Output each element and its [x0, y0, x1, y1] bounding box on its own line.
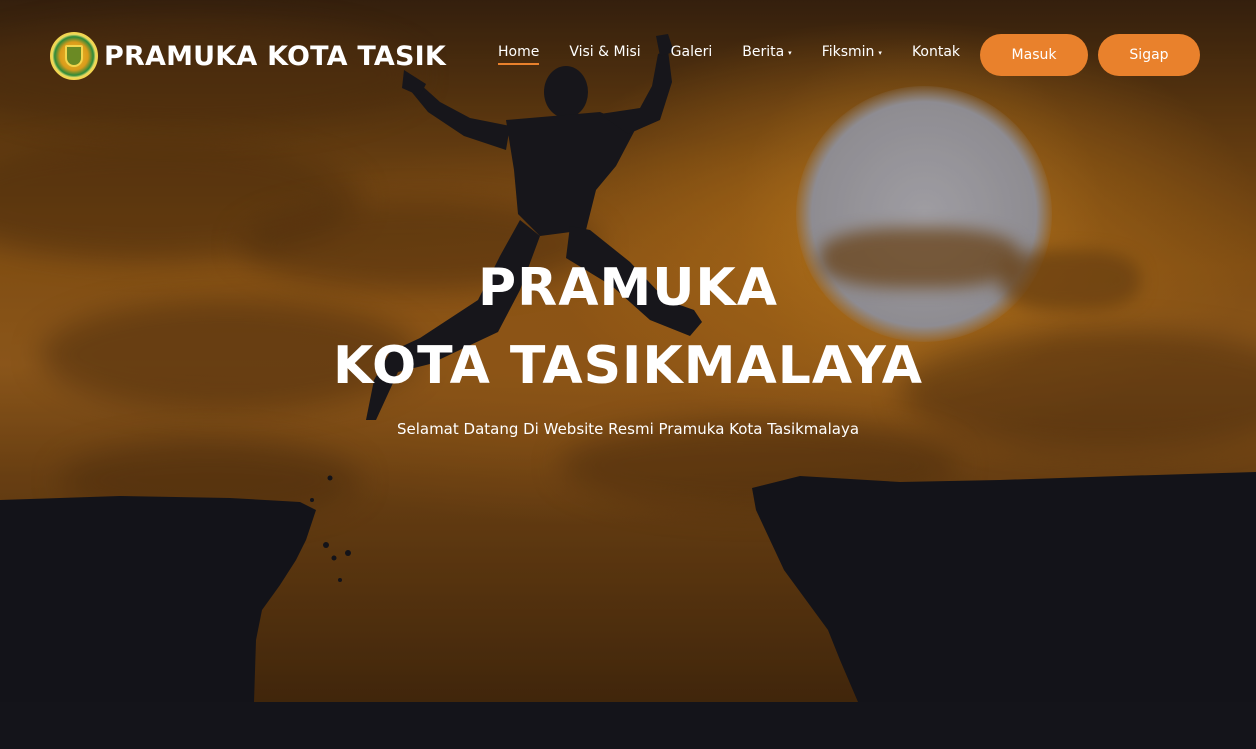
- nav-item-home[interactable]: Home: [498, 44, 540, 65]
- nav-item-fiksmin[interactable]: Fiksmin ▾: [822, 44, 882, 65]
- nav-item-label: Home: [498, 44, 540, 60]
- nav-item-label: Kontak: [911, 44, 961, 60]
- nav-item-galeri[interactable]: Galeri: [671, 44, 713, 65]
- hero-title-line2: KOTA TASIKMALAYA: [332, 336, 924, 396]
- nav-item-label: Berita: [742, 44, 785, 60]
- nav-item-label: Visi & Misi: [569, 44, 641, 60]
- bottom-band: [0, 702, 1256, 749]
- nav-item-label: Fiksmin: [821, 44, 875, 60]
- nav-item-kontak[interactable]: Kontak: [912, 44, 960, 65]
- brand-name: PRAMUKA KOTA TASIK: [104, 40, 446, 72]
- nav-item-berita[interactable]: Berita ▾: [742, 44, 791, 65]
- navbar: PRAMUKA KOTA TASIK Home Visi & Misi Gale…: [0, 0, 1256, 110]
- pramuka-emblem-icon: [50, 32, 98, 80]
- sigap-button[interactable]: Sigap: [1098, 34, 1200, 76]
- caret-down-icon: ▾: [788, 49, 792, 57]
- hero-title-line1: PRAMUKA: [478, 258, 778, 318]
- brand-link[interactable]: PRAMUKA KOTA TASIK: [50, 32, 446, 80]
- hero-subtitle: Selamat Datang Di Website Resmi Pramuka …: [396, 420, 860, 438]
- nav-item-visi-misi[interactable]: Visi & Misi: [569, 44, 640, 65]
- emblem-shield: [65, 45, 83, 67]
- masuk-button[interactable]: Masuk: [980, 34, 1088, 76]
- caret-down-icon: ▾: [878, 49, 882, 57]
- main-nav: Home Visi & Misi Galeri Berita ▾ Fiksmin…: [498, 44, 990, 65]
- nav-item-label: Galeri: [670, 44, 713, 60]
